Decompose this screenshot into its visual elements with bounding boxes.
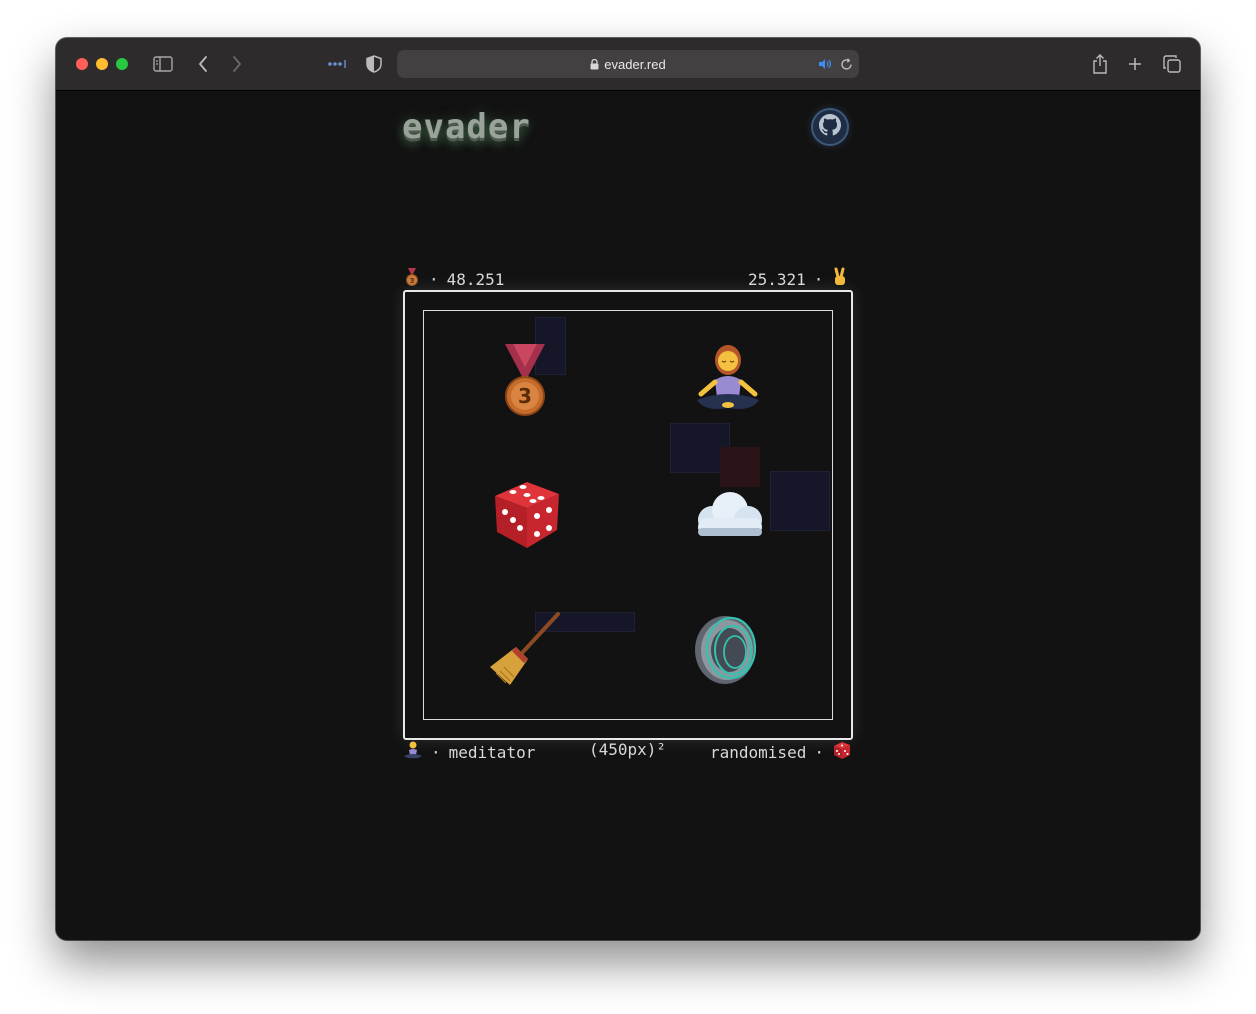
privacy-shield-icon[interactable] [364,54,384,74]
share-icon[interactable] [1090,53,1110,75]
extensions-icon[interactable] [327,56,349,72]
board-arena[interactable]: 3 [423,310,833,720]
page-content: evader 3 · 48.251 25.321 · 3 · meditator… [56,91,1200,940]
victory-hand-icon [831,267,849,292]
site-logo[interactable]: evader [402,107,531,147]
close-window-button[interactable] [76,58,88,70]
github-icon [819,114,841,140]
minimize-window-button[interactable] [96,58,108,70]
current-score-value: 25.321 [748,270,806,289]
lock-icon [590,58,599,70]
svg-text:3: 3 [518,384,532,408]
back-icon[interactable] [193,54,213,74]
forward-icon[interactable] [227,54,247,74]
player-evader: · meditator [403,740,535,765]
game-board[interactable]: 3 [403,290,853,740]
separator: · [431,743,441,762]
tab-overview-icon[interactable] [1161,54,1183,74]
audio-playing-icon[interactable] [817,56,833,72]
new-tab-icon[interactable] [1125,54,1145,74]
separator: · [814,743,824,762]
dice-icon[interactable] [486,473,566,553]
broom-icon[interactable] [485,609,565,689]
player-evader-name: meditator [448,743,536,762]
sidebar-toggle-icon[interactable] [152,54,174,74]
dice-icon [832,740,852,765]
evader-trail [770,471,830,531]
reload-icon[interactable] [838,56,854,72]
zoom-window-button[interactable] [116,58,128,70]
speaker-icon[interactable] [688,607,768,687]
high-score: 3 · 48.251 [403,267,504,292]
github-link[interactable] [813,110,847,144]
address-bar[interactable]: evader.red [397,50,859,78]
high-score-value: 48.251 [446,270,505,289]
browser-toolbar: evader.red [56,38,1200,91]
meditating-person-icon [403,740,423,765]
url-text: evader.red [604,56,666,72]
browser-window: evader.red evader 3 · 48.251 25.321 · 3 … [56,38,1200,940]
cloud-icon[interactable] [688,474,768,554]
board-size: (450px)² [589,740,667,759]
medal-icon[interactable]: 3 [485,339,565,419]
player-chaser: randomised · [710,740,852,765]
meditator-icon[interactable] [688,339,768,419]
separator: · [813,270,824,289]
player-chaser-name: randomised [710,743,807,762]
current-score: 25.321 · [748,267,849,292]
svg-text:3: 3 [410,277,415,285]
third-place-medal-icon: 3 [403,267,421,292]
separator: · [429,270,439,289]
